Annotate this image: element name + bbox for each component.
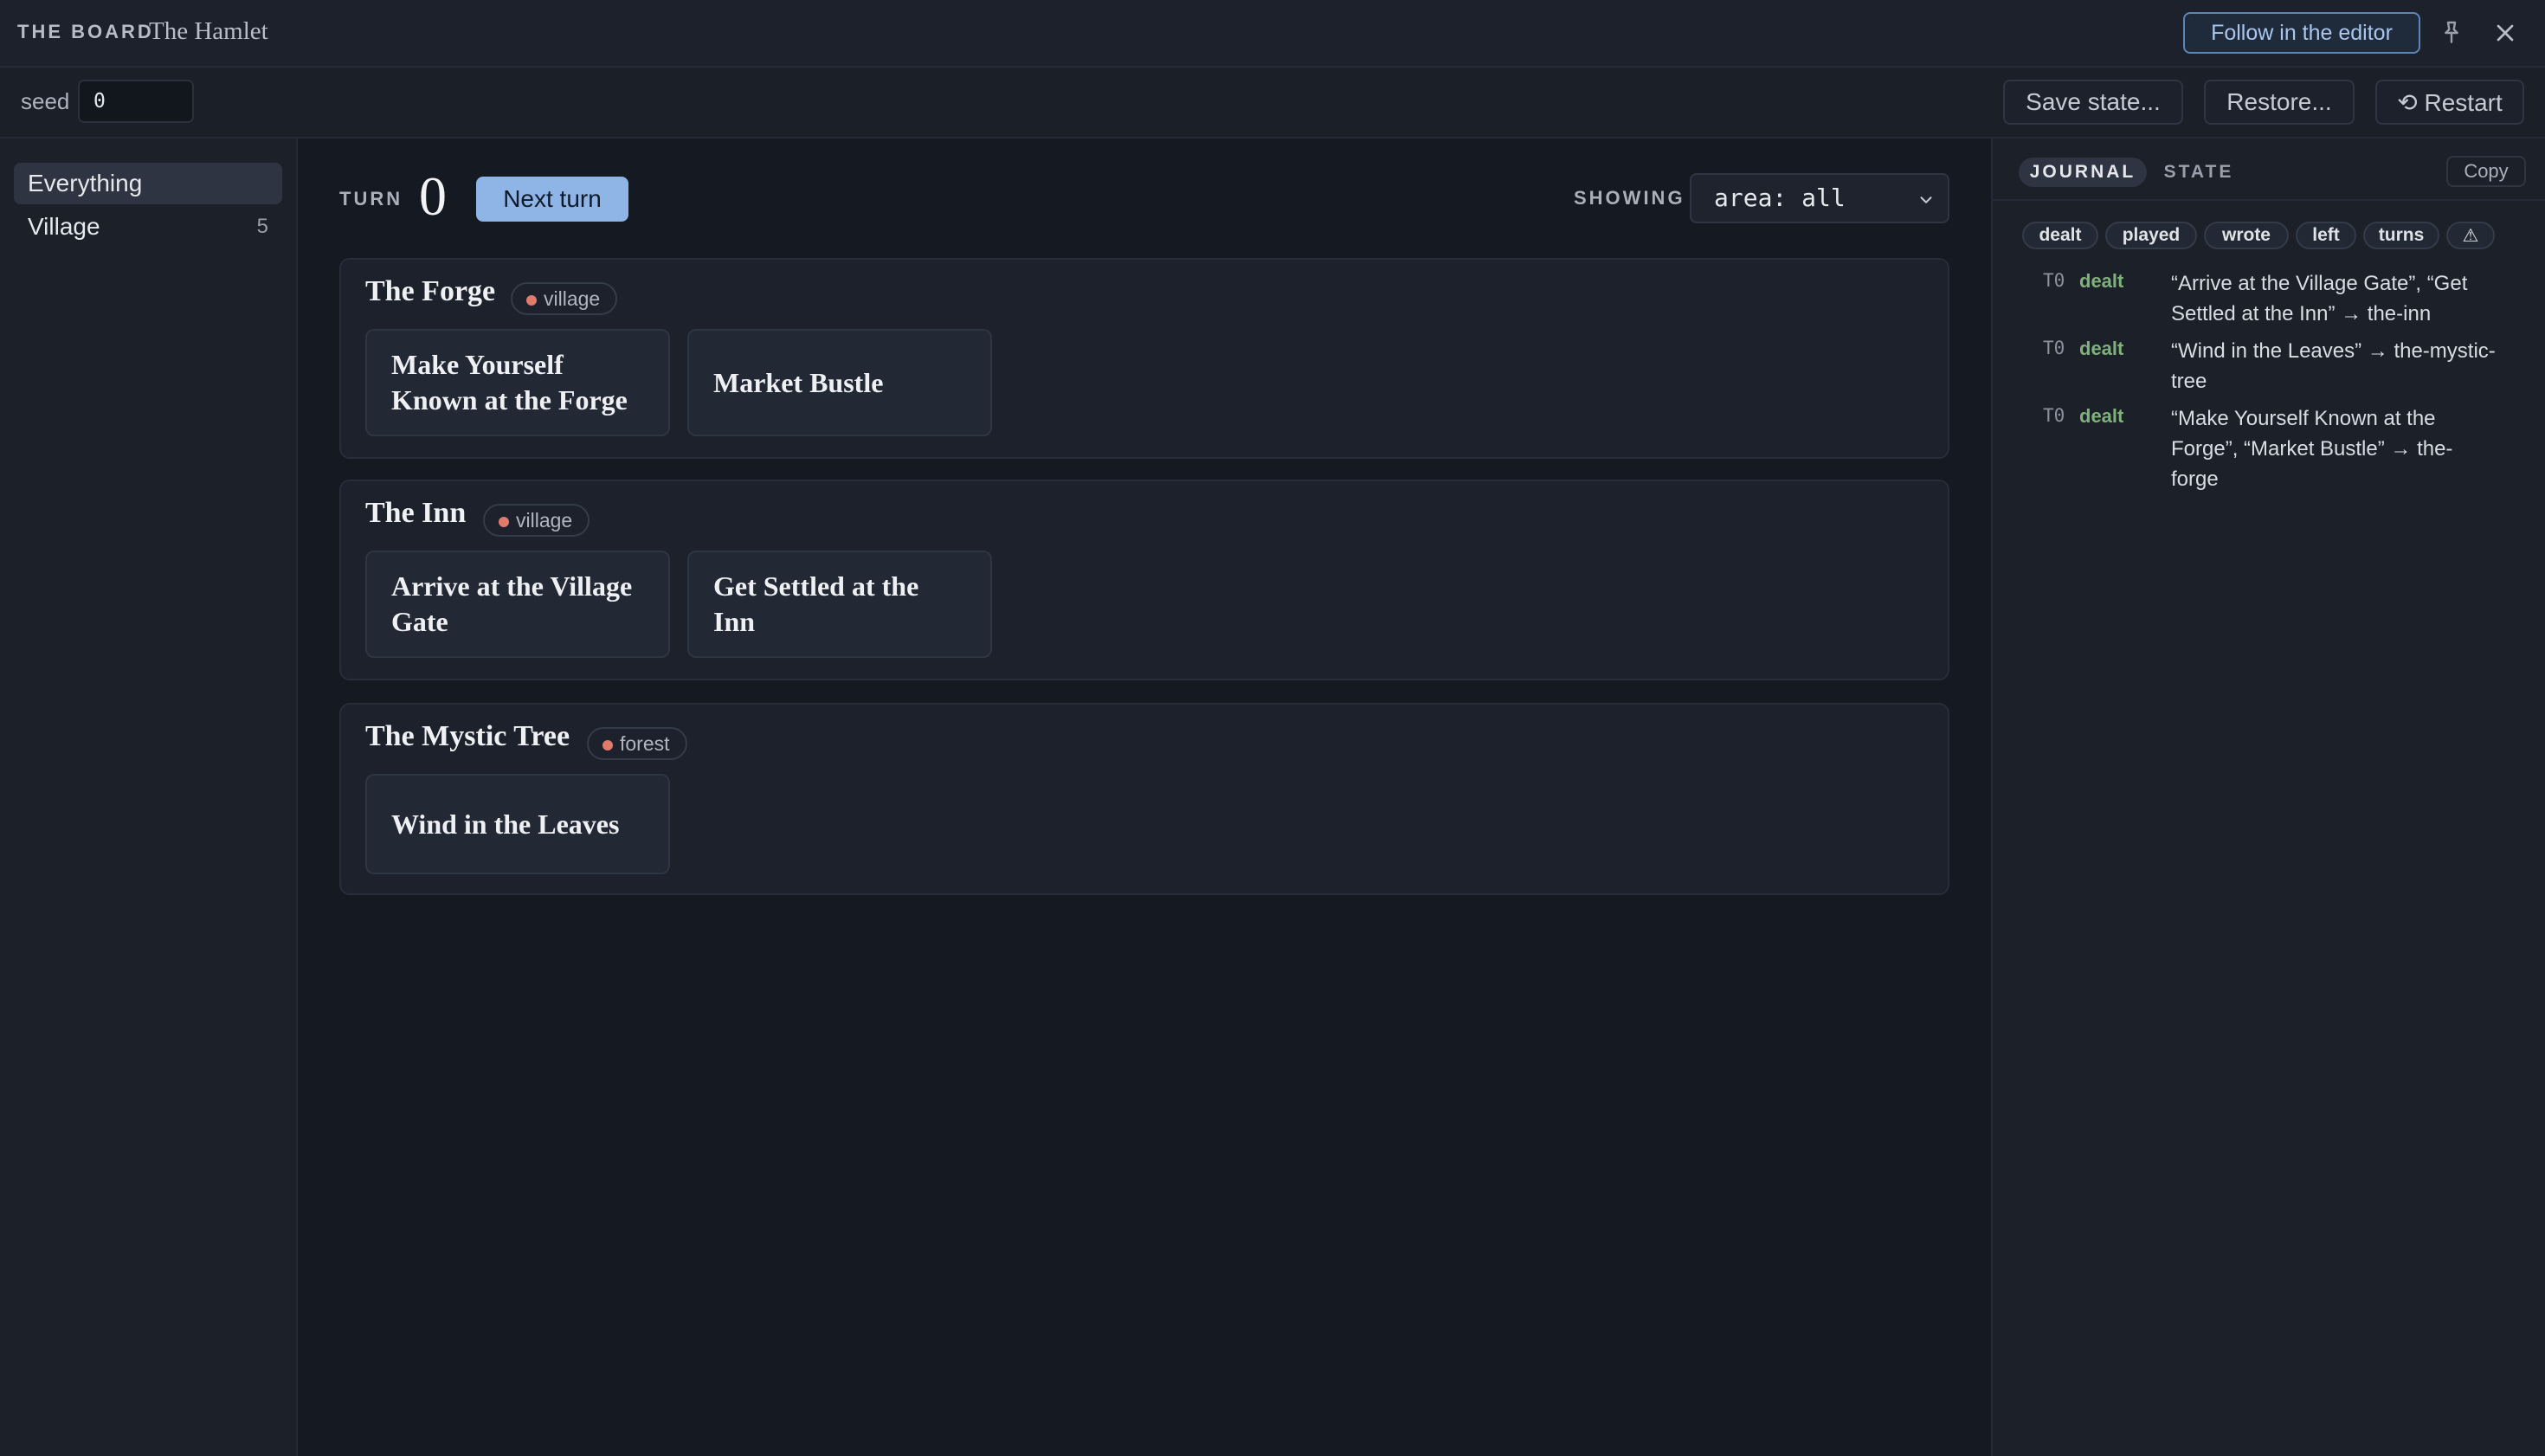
card[interactable]: Arrive at the Village Gate — [365, 551, 670, 658]
area-the-inn: The Inn village Arrive at the Village Ga… — [339, 480, 1949, 680]
area-title: The Mystic Tree — [365, 720, 570, 752]
journal-panel: JOURNAL STATE Copy dealt played wrote le… — [1991, 139, 2545, 1456]
tab-state[interactable]: STATE — [2164, 158, 2233, 187]
filter-chip-warnings[interactable]: ⚠ — [2446, 222, 2495, 249]
filter-chip-left[interactable]: left — [2296, 222, 2356, 249]
restart-button[interactable]: ⟲ Restart — [2375, 80, 2524, 125]
journal-entry: T0 dealt “Arrive at the Village Gate”, “… — [2043, 268, 2528, 334]
save-state-button[interactable]: Save state... — [2003, 80, 2183, 125]
card-title: Wind in the Leaves — [391, 808, 620, 840]
sidebar: Everything Village 5 — [0, 139, 298, 1456]
restore-button[interactable]: Restore... — [2204, 80, 2355, 125]
area-tag-label: forest — [620, 731, 670, 755]
filter-chip-played[interactable]: played — [2105, 222, 2197, 249]
sidebar-item-count: 5 — [256, 215, 268, 238]
area-title: The Forge — [365, 275, 496, 307]
copy-button[interactable]: Copy — [2446, 156, 2526, 187]
card[interactable]: Get Settled at the Inn — [687, 551, 992, 658]
sidebar-item-label: Everything — [28, 170, 143, 196]
close-icon[interactable] — [2491, 19, 2519, 47]
journal-entry-turn: T0 — [2043, 405, 2065, 426]
journal-entry-text: “Arrive at the Village Gate”, “Get Settl… — [2171, 272, 2468, 325]
filter-chip-wrote[interactable]: wrote — [2204, 222, 2289, 249]
journal-entry-kind: dealt — [2079, 270, 2124, 292]
turn-number: 0 — [419, 165, 447, 227]
filter-chip-dealt[interactable]: dealt — [2022, 222, 2098, 249]
card[interactable]: Make Yourself Known at the Forge — [365, 329, 670, 436]
tag-dot-icon — [602, 740, 613, 751]
area-tag-label: village — [516, 508, 573, 532]
area-the-forge: The Forge village Make Yourself Known at… — [339, 258, 1949, 459]
journal-entry-turn: T0 — [2043, 338, 2065, 358]
pin-icon[interactable] — [2438, 19, 2465, 47]
seed-label: seed — [21, 88, 70, 114]
area-the-mystic-tree: The Mystic Tree forest Wind in the Leave… — [339, 703, 1949, 895]
area-tag: village — [483, 504, 590, 537]
sidebar-item-label: Village — [28, 213, 100, 240]
card-title: Market Bustle — [713, 366, 884, 398]
tag-dot-icon — [499, 517, 509, 527]
card[interactable]: Market Bustle — [687, 329, 992, 436]
area-title: The Inn — [365, 497, 467, 529]
journal-entry-text: “Wind in the Leaves” → the-mystic-tree — [2171, 339, 2496, 393]
area-tag-label: village — [544, 287, 601, 310]
card-title: Get Settled at the Inn — [713, 570, 919, 637]
filter-chip-turns[interactable]: turns — [2363, 222, 2439, 249]
journal-entry: T0 dealt “Make Yourself Known at the For… — [2043, 403, 2528, 499]
turn-label: TURN — [339, 188, 403, 209]
card-title: Make Yourself Known at the Forge — [391, 349, 628, 416]
panel-tabs: JOURNAL STATE Copy — [1993, 139, 2545, 201]
area-tag: village — [511, 282, 618, 315]
board-main: TURN 0 Next turn SHOWING area: all The F… — [298, 139, 1991, 1456]
board-name: The Hamlet — [149, 17, 268, 45]
area-filter-value: area: all — [1714, 184, 1846, 212]
card-title: Arrive at the Village Gate — [391, 570, 633, 637]
chevron-down-icon — [1920, 196, 1932, 203]
seed-input[interactable]: 0 — [78, 80, 194, 123]
journal-entry-text: “Make Yourself Known at the Forge”, “Mar… — [2171, 407, 2453, 491]
tag-dot-icon — [526, 295, 537, 306]
area-tag: forest — [587, 727, 687, 760]
card[interactable]: Wind in the Leaves — [365, 774, 670, 874]
app-brand: THE BOARD — [17, 21, 154, 42]
title-bar: THE BOARD The Hamlet Follow in the edito… — [0, 0, 2545, 68]
toolbar: seed 0 Save state... Restore... ⟲ Restar… — [0, 68, 2545, 139]
sidebar-item-village[interactable]: Village 5 — [14, 206, 282, 248]
tab-journal[interactable]: JOURNAL — [2019, 158, 2147, 187]
follow-in-editor-button[interactable]: Follow in the editor — [2183, 12, 2420, 54]
sidebar-item-everything[interactable]: Everything — [14, 163, 282, 204]
next-turn-button[interactable]: Next turn — [476, 177, 628, 222]
journal-entry-turn: T0 — [2043, 270, 2065, 291]
journal-entry-kind: dealt — [2079, 405, 2124, 427]
journal-entry-kind: dealt — [2079, 338, 2124, 359]
area-filter-select[interactable]: area: all — [1690, 173, 1949, 223]
showing-label: SHOWING — [1574, 187, 1685, 209]
journal-entry: T0 dealt “Wind in the Leaves” → the-myst… — [2043, 336, 2528, 402]
